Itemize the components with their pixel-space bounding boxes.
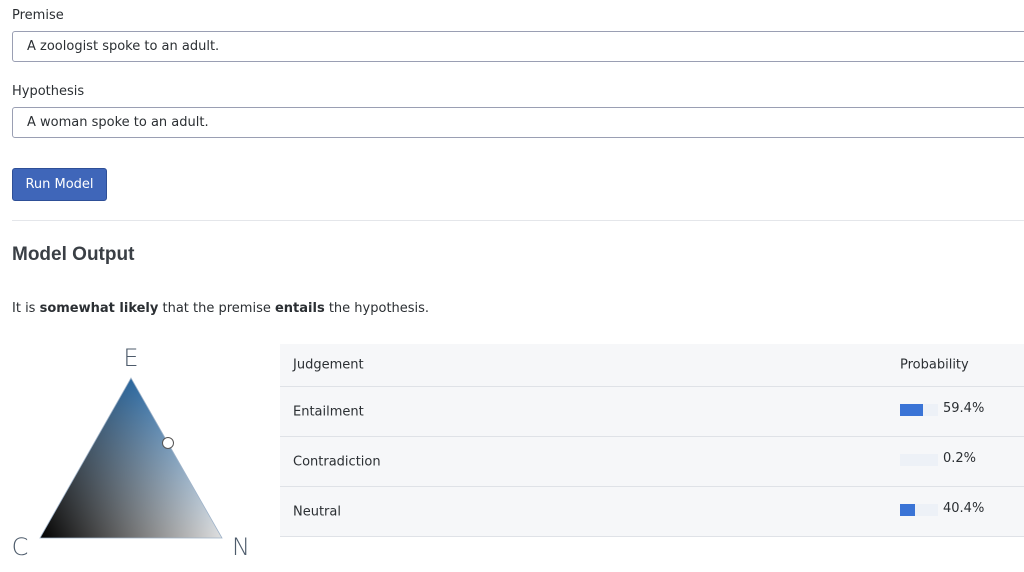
premise-label: Premise	[12, 8, 64, 23]
label-entailment: E	[123, 344, 138, 372]
probability-triangle: E C N	[0, 336, 270, 572]
hypothesis-label: Hypothesis	[12, 84, 85, 99]
probability-bar	[900, 504, 938, 516]
probability-bar	[900, 454, 938, 466]
table-row-neutral: Neutral 40.4%	[280, 487, 1024, 537]
table-row-contradiction: Contradiction 0.2%	[280, 437, 1024, 487]
model-output-title: Model Output	[12, 244, 135, 265]
header-probability: Probability	[900, 357, 969, 373]
output-summary: It is somewhat likely that the premise e…	[12, 301, 430, 316]
probability-bar	[900, 404, 938, 416]
row-judgement: Entailment	[293, 404, 364, 419]
row-judgement: Neutral	[293, 504, 341, 519]
run-model-button[interactable]: Run Model	[12, 168, 107, 201]
prediction-marker	[162, 437, 174, 449]
probability-bar-fill	[900, 504, 916, 516]
probability-value: 59.4%	[943, 401, 985, 416]
probability-bar-fill	[900, 404, 923, 416]
row-judgement: Contradiction	[293, 454, 381, 469]
hypothesis-input[interactable]	[12, 107, 1024, 138]
relation-text: entails	[274, 301, 325, 316]
header-judgement: Judgement	[293, 357, 364, 373]
judgement-table: Judgement Probability Entailment 59.4% C…	[280, 344, 1024, 537]
section-divider	[12, 220, 1024, 221]
table-row-entailment: Entailment 59.4%	[280, 387, 1024, 437]
premise-input[interactable]	[12, 31, 1024, 62]
likelihood-text: somewhat likely	[39, 301, 159, 316]
label-contradiction: C	[12, 533, 29, 561]
label-neutral: N	[232, 533, 250, 561]
probability-value: 40.4%	[943, 501, 985, 516]
table-header: Judgement Probability	[280, 344, 1024, 387]
probability-value: 0.2%	[943, 451, 977, 466]
